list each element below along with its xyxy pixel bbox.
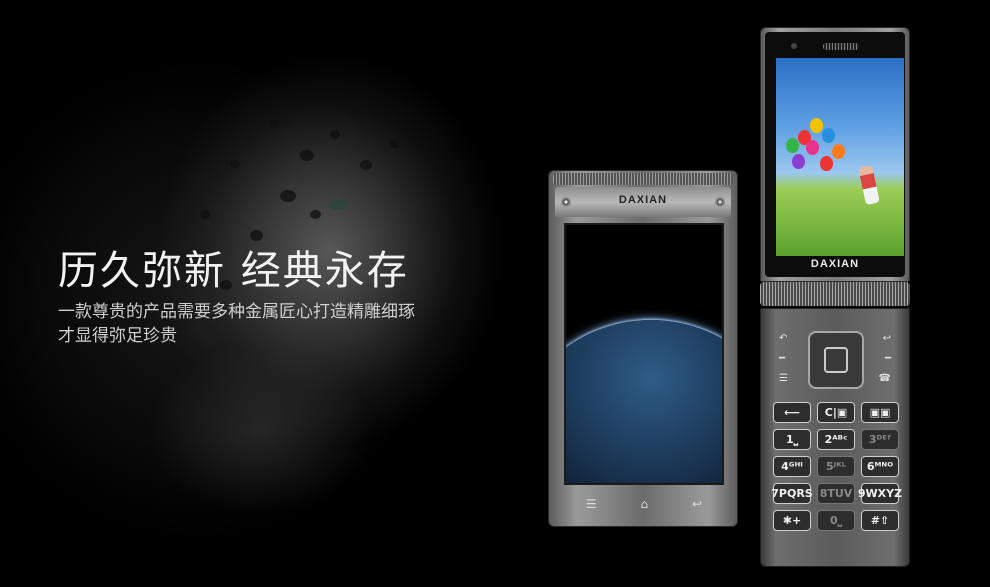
headline: 历久弥新 经典永存: [58, 248, 409, 294]
phone-head-plate: DAXIAN: [555, 187, 731, 217]
key-call[interactable]: ⟵: [773, 402, 811, 423]
home-icon[interactable]: ⌂: [641, 497, 649, 511]
back-icon[interactable]: ↩: [692, 497, 702, 511]
key-8[interactable]: 8TUV: [817, 483, 855, 504]
key-1[interactable]: 1⎵: [773, 429, 811, 450]
front-phone: DAXIAN ☰ ⌂ ↩: [548, 170, 738, 527]
back-icon[interactable]: ↩: [883, 333, 891, 344]
key-6[interactable]: 6ᴹᴺᴼ: [861, 456, 899, 477]
camera-icon: [791, 43, 797, 49]
description-line-1: 一款尊贵的产品需要多种金属匠心打造精雕细琢: [58, 302, 415, 322]
jumping-child-figure: [858, 164, 880, 206]
flip-phone-lid: DAXIAN: [760, 27, 910, 282]
left-softkey-icon[interactable]: ━: [779, 353, 785, 364]
balloon-icon: [792, 154, 805, 169]
phone-ridge-trim: [553, 173, 733, 185]
flip-phone-hinge: [760, 282, 910, 306]
balloon-icon: [810, 118, 823, 133]
keypad-grid: ⟵ C|▣ ▣▣ 1⎵ 2ᴬᴮᶜ 3ᴰᴱᶠ 4ᴳᴴᴵ 5ᴶᴷᴸ 6ᴹᴺᴼ 7PQ…: [771, 402, 902, 531]
flip-phone: DAXIAN ↶ ━ ☰ ↩ ━ ☎ ⟵ C|▣ ▣▣ 1⎵ 2ᴬᴮᶜ 3ᴰᴱᶠ…: [760, 27, 910, 567]
description: 一款尊贵的产品需要多种金属匠心打造精雕细琢 才显得弥足珍贵: [58, 300, 468, 348]
key-2[interactable]: 2ᴬᴮᶜ: [817, 429, 855, 450]
flip-phone-keypad-base: ↶ ━ ☰ ↩ ━ ☎ ⟵ C|▣ ▣▣ 1⎵ 2ᴬᴮᶜ 3ᴰᴱᶠ 4ᴳᴴᴵ 5…: [760, 308, 910, 567]
key-mode[interactable]: ▣▣: [861, 402, 899, 423]
earth-wallpaper: [566, 320, 722, 483]
balloon-icon: [820, 156, 833, 171]
ok-button[interactable]: [824, 347, 848, 373]
front-phone-softkeys: ☰ ⌂ ↩: [564, 493, 724, 515]
front-phone-brand-logo: DAXIAN: [618, 194, 668, 206]
navigation-dpad[interactable]: [808, 331, 864, 389]
speaker-grille: [823, 43, 859, 50]
balloon-icon: [786, 138, 799, 153]
key-0[interactable]: 0⎵: [817, 510, 855, 531]
balloon-icon: [806, 140, 819, 155]
end-call-icon[interactable]: ☎: [879, 373, 891, 384]
balloon-icon: [822, 128, 835, 143]
key-star[interactable]: ✱+: [773, 510, 811, 531]
right-softkey-icon[interactable]: ━: [885, 353, 891, 364]
flip-phone-screen: [776, 58, 904, 256]
key-3[interactable]: 3ᴰᴱᶠ: [861, 429, 899, 450]
front-phone-screen: [564, 223, 724, 485]
key-clear[interactable]: C|▣: [817, 402, 855, 423]
key-5[interactable]: 5ᴶᴷᴸ: [817, 456, 855, 477]
menu-list-icon[interactable]: ☰: [779, 373, 788, 384]
flip-phone-brand-logo: DAXIAN: [810, 258, 860, 270]
call-log-icon[interactable]: ↶: [779, 333, 787, 344]
menu-icon[interactable]: ☰: [586, 497, 597, 511]
key-hash[interactable]: #⇧: [861, 510, 899, 531]
lid-inner-panel: DAXIAN: [765, 32, 905, 277]
description-line-2: 才显得弥足珍贵: [58, 326, 177, 346]
key-7[interactable]: 7PQRS: [771, 483, 813, 504]
balloon-icon: [832, 144, 845, 159]
key-4[interactable]: 4ᴳᴴᴵ: [773, 456, 811, 477]
key-9[interactable]: 9WXYZ: [858, 483, 902, 504]
